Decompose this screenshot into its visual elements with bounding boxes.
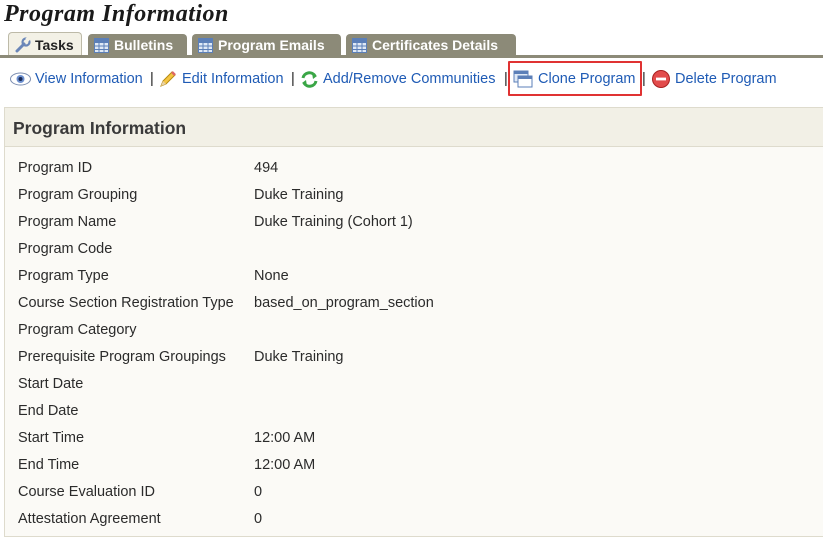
tab-label: Bulletins: [114, 37, 174, 53]
field-value: Duke Training: [254, 349, 344, 365]
tab-bulletins[interactable]: Bulletins: [88, 34, 187, 56]
field-value: Duke Training (Cohort 1): [254, 214, 413, 230]
table-icon: [198, 37, 213, 53]
add-remove-communities-action[interactable]: Add/Remove Communities: [300, 64, 495, 94]
panel-title: Program Information: [13, 118, 187, 138]
pencil-icon: [160, 71, 176, 87]
info-row: Program Grouping Duke Training: [18, 187, 818, 214]
field-value: 0: [254, 484, 263, 500]
info-row: End Date: [18, 403, 818, 430]
info-row: Program Name Duke Training (Cohort 1): [18, 214, 818, 241]
table-icon: [94, 37, 109, 53]
wrench-icon: [15, 36, 31, 53]
separator: |: [150, 71, 154, 87]
edit-information-link[interactable]: Edit Information: [182, 71, 284, 87]
page-title: Program Information: [4, 1, 229, 27]
delete-program-link[interactable]: Delete Program: [675, 71, 777, 87]
tab-underline: [0, 55, 823, 58]
tab-label: Certificates Details: [372, 37, 499, 53]
field-value: 12:00 AM: [254, 430, 316, 446]
program-information-panel: Program Information Program ID 494 Progra…: [4, 107, 823, 537]
info-row: Course Section Registration Type based_on…: [18, 295, 818, 322]
info-row: Program ID 494: [18, 160, 818, 187]
separator: |: [291, 71, 295, 87]
field-label: Program Category: [18, 322, 137, 338]
field-label: Program Code: [18, 241, 113, 257]
info-row: Start Date: [18, 376, 818, 403]
field-label: Start Date: [18, 376, 84, 392]
field-label: Course Section Registration Type: [18, 295, 234, 311]
tab-label: Tasks: [35, 36, 74, 53]
info-row: Program Code: [18, 241, 818, 268]
field-label: Program Grouping: [18, 187, 138, 203]
edit-information-action[interactable]: Edit Information: [158, 64, 284, 94]
info-row: Program Type None: [18, 268, 818, 295]
delete-program-action[interactable]: Delete Program: [651, 64, 777, 94]
field-label: End Time: [18, 457, 80, 473]
field-label: End Date: [18, 403, 79, 419]
info-row: Start Time 12:00 AM: [18, 430, 818, 457]
eye-icon: [10, 72, 31, 86]
field-label: Program ID: [18, 160, 93, 176]
field-value: None: [254, 268, 289, 284]
field-label: Course Evaluation ID: [18, 484, 156, 500]
tab-tasks[interactable]: Tasks: [8, 32, 82, 56]
separator: |: [642, 71, 646, 87]
view-information-action[interactable]: View Information: [10, 64, 143, 94]
field-label: Start Time: [18, 430, 85, 446]
field-value: Duke Training: [254, 187, 344, 203]
field-value: based_on_program_section: [254, 295, 434, 311]
delete-icon: [652, 70, 670, 88]
field-label: Program Type: [18, 268, 109, 284]
field-value: 0: [254, 511, 263, 527]
info-row: End Time 12:00 AM: [18, 457, 818, 484]
refresh-icon: [301, 70, 318, 88]
field-value: 494: [254, 160, 279, 176]
field-label: Program Name: [18, 214, 117, 230]
tab-program-emails[interactable]: Program Emails: [192, 34, 341, 56]
info-row: Prerequisite Program Groupings Duke Train…: [18, 349, 818, 376]
table-icon: [352, 37, 367, 53]
clone-program-highlight: [508, 61, 642, 96]
info-row: Program Category: [18, 322, 818, 349]
info-row: Course Evaluation ID 0: [18, 484, 818, 511]
field-label: Prerequisite Program Groupings: [18, 349, 226, 365]
panel-header: Program Information: [5, 108, 823, 147]
tab-certificates-details[interactable]: Certificates Details: [346, 34, 516, 56]
field-label: Attestation Agreement: [18, 511, 161, 527]
view-information-link[interactable]: View Information: [35, 71, 143, 87]
add-remove-communities-link[interactable]: Add/Remove Communities: [323, 71, 495, 87]
tab-label: Program Emails: [218, 37, 325, 53]
info-row: Attestation Agreement 0: [18, 511, 818, 538]
field-value: 12:00 AM: [254, 457, 316, 473]
